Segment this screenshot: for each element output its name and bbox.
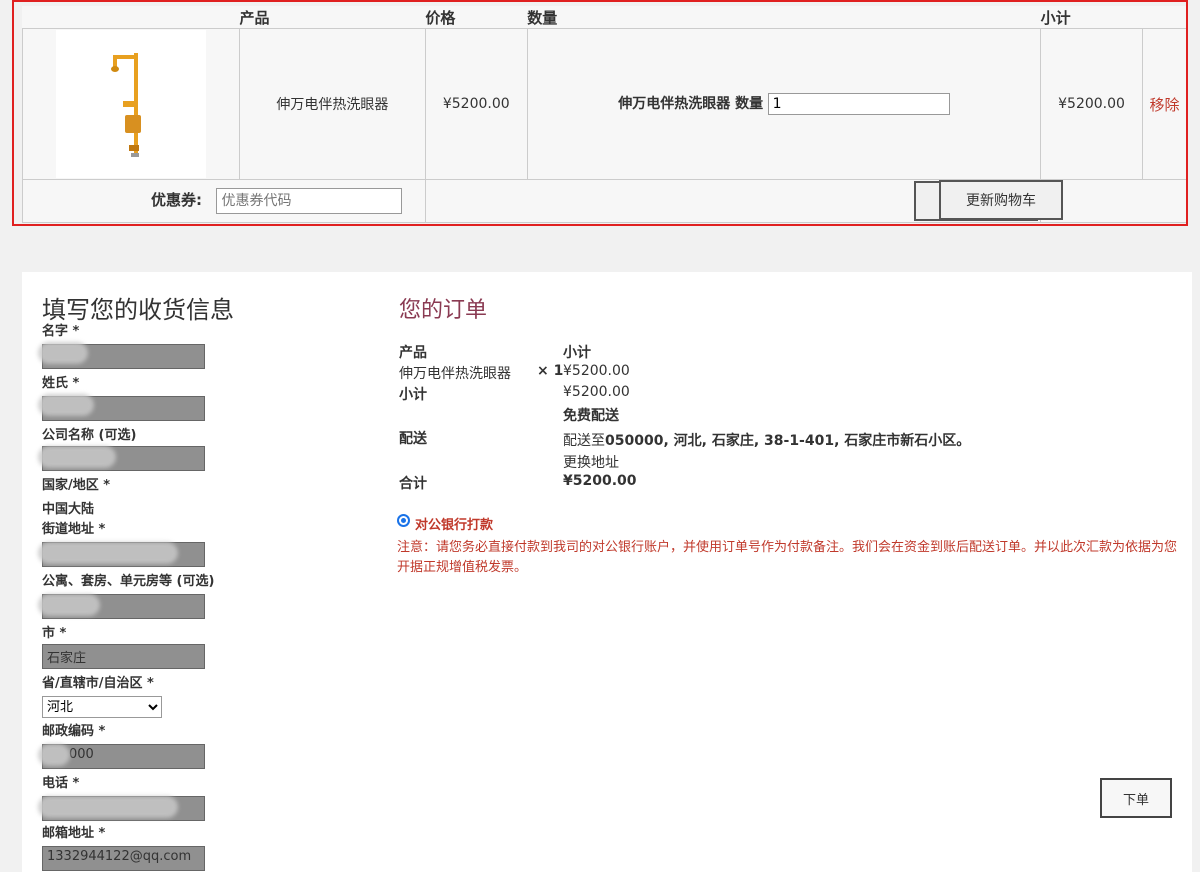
payment-note: 注意：请您务必直接付款到我司的对公银行账户，并使用订单号作为付款备注。我们会在资…: [397, 540, 1178, 575]
quantity-label: 伸万电伴热洗眼器 数量: [618, 96, 764, 112]
order-title: 您的订单: [399, 298, 488, 323]
order-subtotal-label: 小计: [399, 387, 427, 403]
shipping-label: 配送: [399, 431, 427, 447]
redaction-blur: [38, 446, 116, 468]
order-item-name: 伸万电伴热洗眼器: [399, 366, 511, 382]
product-price: ¥5200.00: [424, 28, 528, 180]
checkout-section: 填写您的收货信息 名字 * 姓氏 * 公司名称 (可选) 国家/地区 * 中国大…: [22, 272, 1192, 872]
header-product: 产品: [239, 9, 270, 27]
coupon-code-input[interactable]: [216, 188, 403, 214]
redaction-blur: [38, 394, 94, 416]
last-name-label: 姓氏 *: [42, 376, 80, 391]
order-item-total: ¥5200.00: [563, 363, 630, 379]
remove-cell: 移除: [1142, 28, 1187, 180]
quantity-cell: 伸万电伴热洗眼器 数量: [526, 28, 1042, 180]
city-input[interactable]: 石家庄: [42, 644, 205, 669]
phone-label: 电话 *: [42, 776, 80, 791]
state-label: 省/直辖市/自治区 *: [42, 676, 154, 691]
quantity-input[interactable]: [767, 93, 950, 115]
payment-radio[interactable]: [397, 514, 410, 527]
apartment-label: 公寓、套房、单元房等 (可选): [42, 574, 215, 589]
redaction-blur: [38, 796, 178, 818]
coupon-label: 优惠券:: [151, 191, 202, 209]
header-subtotal: 小计: [1040, 9, 1071, 27]
product-image[interactable]: [55, 30, 206, 178]
shipping-prefix: 配送至: [563, 433, 605, 449]
eyewash-station-image: [110, 53, 141, 157]
change-address-link[interactable]: 更换地址: [563, 452, 619, 472]
order-col-product: 产品: [399, 345, 427, 361]
redaction-blur: [38, 744, 70, 766]
product-name-cell: 伸万电伴热洗眼器: [238, 28, 426, 180]
street-label: 街道地址 *: [42, 522, 106, 537]
product-name-link[interactable]: 伸万电伴热洗眼器: [276, 97, 388, 113]
redaction-blur: [38, 542, 178, 564]
place-order-button[interactable]: 下单: [1100, 778, 1172, 818]
company-label: 公司名称 (可选): [42, 428, 137, 443]
email-label: 邮箱地址 *: [42, 826, 106, 841]
postcode-label: 邮政编码 *: [42, 724, 106, 739]
cart-item-row: 伸万电伴热洗眼器 ¥5200.00 伸万电伴热洗眼器 数量 ¥5200.00 移…: [22, 28, 1187, 180]
order-subtotal-value: ¥5200.00: [563, 384, 630, 400]
shipping-address: 050000, 河北, 石家庄, 38-1-401, 石家庄市新石小区。: [605, 433, 971, 449]
city-label: 市 *: [42, 626, 67, 641]
country-value: 中国大陆: [42, 502, 95, 517]
redaction-blur: [38, 342, 88, 364]
shipping-method: 免费配送: [563, 408, 619, 424]
order-total-value: ¥5200.00: [563, 473, 637, 489]
first-name-label: 名字 *: [42, 324, 80, 339]
header-quantity: 数量: [527, 9, 558, 27]
order-item-qty: × 1: [537, 363, 564, 379]
payment-method-label[interactable]: 对公银行打款: [415, 514, 493, 533]
redaction-blur: [38, 594, 100, 616]
order-total-label: 合计: [399, 476, 427, 492]
shipping-destination: 配送至050000, 河北, 石家庄, 38-1-401, 石家庄市新石小区。: [563, 430, 970, 450]
order-col-subtotal: 小计: [563, 345, 591, 361]
product-thumbnail-cell: [22, 28, 240, 180]
state-select[interactable]: 河北: [42, 696, 162, 718]
update-cart-button[interactable]: 更新购物车: [939, 180, 1063, 220]
remove-item-link[interactable]: 移除: [1149, 96, 1179, 114]
header-price: 价格: [425, 9, 456, 27]
product-subtotal: ¥5200.00: [1040, 28, 1143, 180]
country-label: 国家/地区 *: [42, 478, 111, 493]
